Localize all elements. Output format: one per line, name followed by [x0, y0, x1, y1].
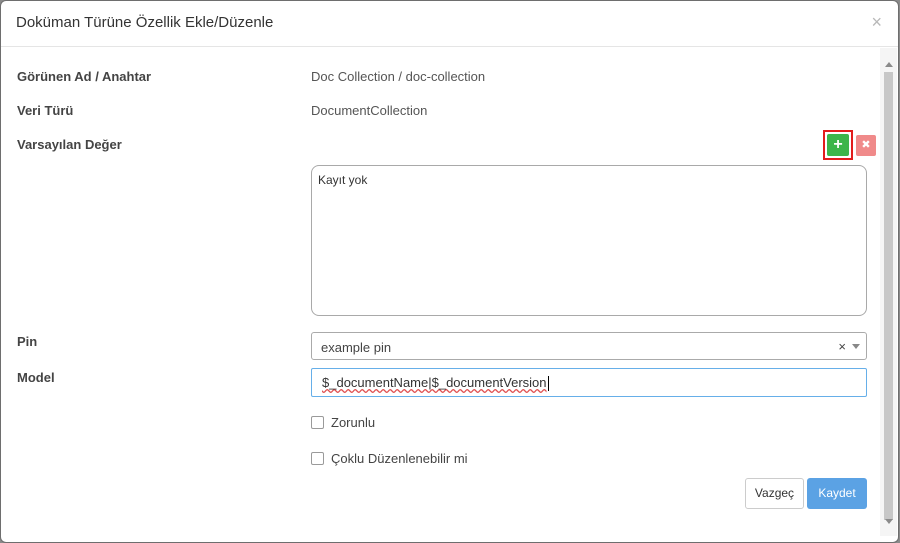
text-caret: [547, 376, 549, 392]
modal-header: Doküman Türüne Özellik Ekle/Düzenle ×: [1, 1, 898, 47]
scroll-down-icon[interactable]: [885, 519, 893, 524]
modal-body: Görünen Ad / Anahtar Doc Collection / do…: [1, 47, 898, 541]
multi-edit-checkbox[interactable]: [311, 452, 324, 465]
display-name-value: Doc Collection / doc-collection: [311, 69, 486, 84]
data-type-label: Veri Türü: [17, 103, 74, 118]
multi-edit-label: Çoklu Düzenlenebilir mi: [331, 451, 468, 466]
clear-icon[interactable]: ×: [838, 339, 846, 354]
modal-dialog: Doküman Türüne Özellik Ekle/Düzenle × Gö…: [1, 1, 898, 542]
close-icon[interactable]: ×: [871, 13, 882, 31]
close-icon: ✖: [861, 139, 871, 151]
scrollbar[interactable]: [880, 48, 897, 536]
required-row: Zorunlu: [311, 415, 375, 430]
model-input-value: $_documentName|$_documentVersion: [322, 375, 547, 390]
model-input[interactable]: $_documentName|$_documentVersion: [311, 368, 867, 397]
scroll-thumb[interactable]: [884, 72, 893, 520]
add-button[interactable]: +: [823, 130, 853, 160]
delete-button[interactable]: ✖: [856, 135, 876, 156]
default-value-text: Kayıt yok: [318, 173, 368, 187]
pin-selected-value: example pin: [321, 340, 392, 355]
model-label: Model: [17, 370, 55, 385]
pin-select[interactable]: example pin ×: [311, 332, 867, 360]
pin-label: Pin: [17, 334, 38, 349]
required-checkbox[interactable]: [311, 416, 324, 429]
required-label: Zorunlu: [331, 415, 376, 430]
modal-title: Doküman Türüne Özellik Ekle/Düzenle: [16, 14, 274, 31]
data-type-value: DocumentCollection: [311, 103, 428, 118]
display-name-label: Görünen Ad / Anahtar: [17, 69, 152, 84]
multi-edit-row: Çoklu Düzenlenebilir mi: [311, 451, 468, 466]
default-value-label: Varsayılan Değer: [17, 137, 122, 152]
chevron-down-icon[interactable]: [852, 344, 860, 349]
default-value-textarea[interactable]: Kayıt yok: [311, 165, 867, 316]
plus-icon: +: [827, 134, 849, 156]
cancel-button[interactable]: Vazgeç: [745, 478, 804, 509]
save-button[interactable]: Kaydet: [807, 478, 867, 509]
scroll-up-icon[interactable]: [885, 62, 893, 67]
